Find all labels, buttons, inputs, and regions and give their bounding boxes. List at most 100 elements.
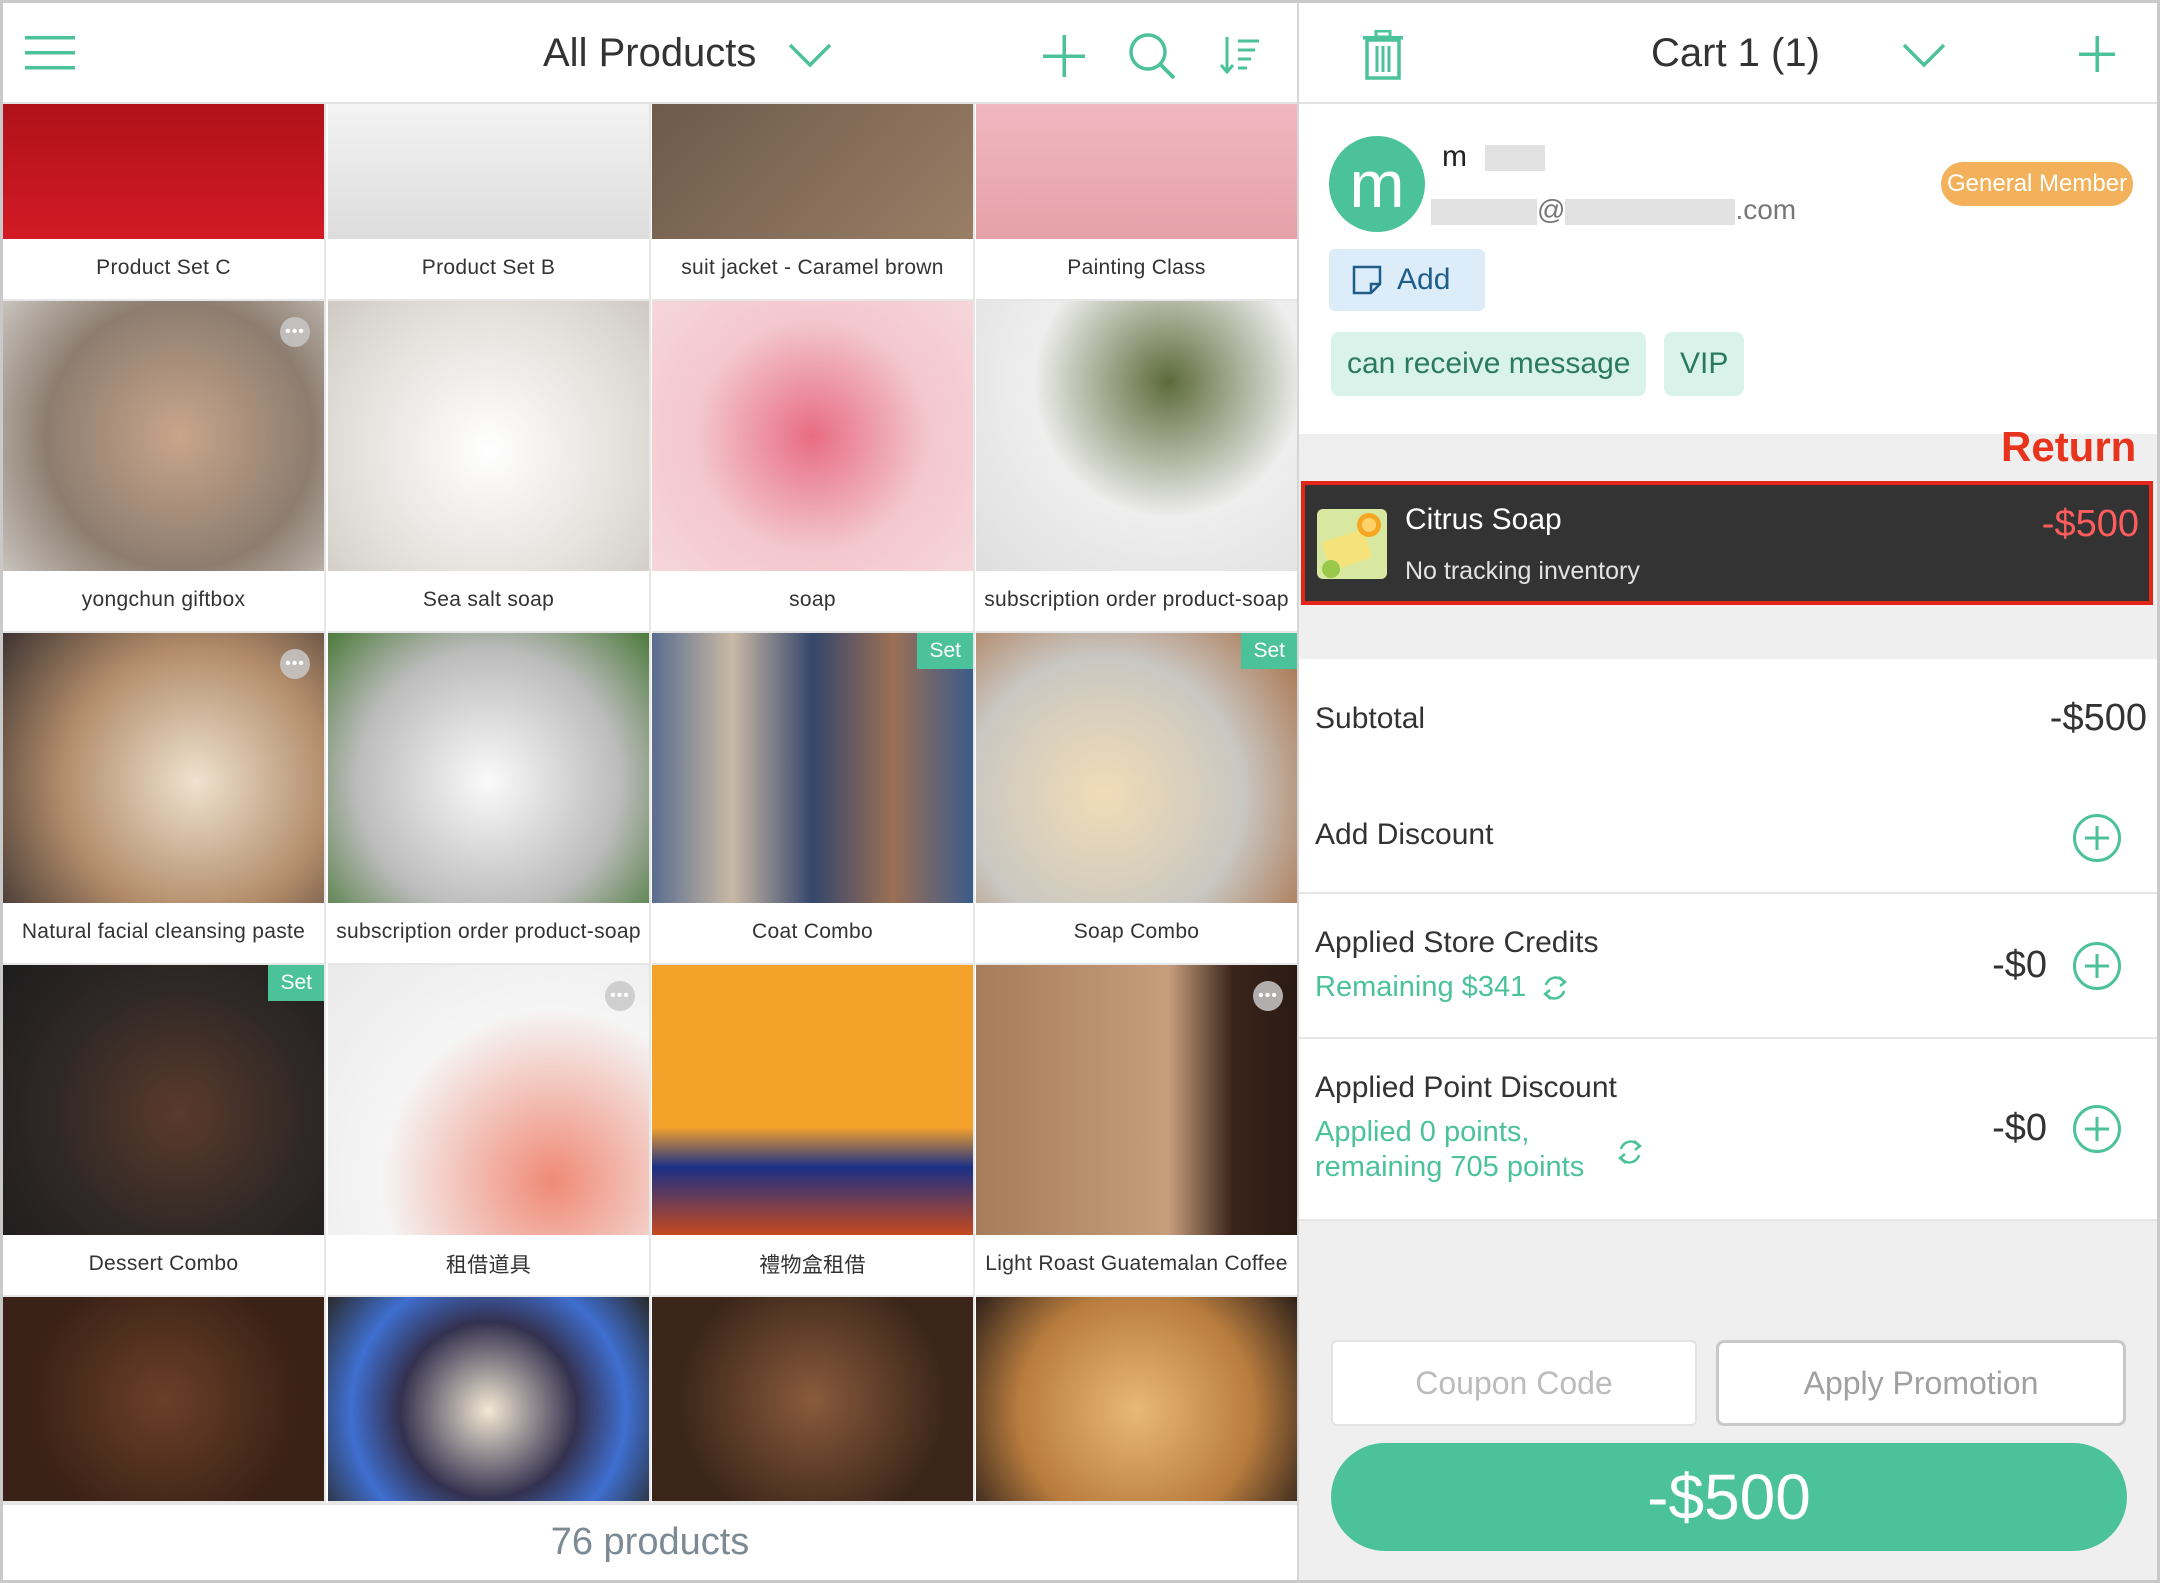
customer-card[interactable]: m m @ .com General Member Add can receive… [1299,104,2157,434]
product-tile[interactable]: 禮物盒租借 [652,965,975,1297]
product-image [328,104,649,239]
product-tile[interactable]: ••• Natural facial cleansing paste [3,633,326,965]
product-name: suit jacket - Caramel brown [681,256,944,279]
avatar: m [1329,136,1425,232]
set-badge: Set [917,633,973,669]
product-tile[interactable] [652,1297,975,1503]
refresh-icon[interactable] [1615,1137,1645,1167]
product-image [328,633,649,903]
add-discount-label: Add Discount [1315,818,1494,851]
cart-summary: Subtotal -$500 Add Discount Applied Stor… [1299,659,2157,1221]
product-name: 租借道具 [445,1254,532,1277]
product-tile[interactable]: ••• yongchun giftbox [3,301,326,633]
subtotal-label: Subtotal [1315,702,1426,735]
product-tile[interactable]: soap [652,301,975,633]
product-tile[interactable] [976,1297,1297,1503]
product-tile[interactable] [328,1297,651,1503]
cart-line-item[interactable]: Citrus Soap No tracking inventory -$500 [1301,481,2153,605]
product-tile[interactable]: suit jacket - Caramel brown [652,104,975,301]
add-note-button[interactable]: Add [1329,249,1485,311]
product-name: subscription order product-soap [336,920,641,943]
chevron-down-icon[interactable] [1899,35,1949,75]
email-suffix: .com [1735,194,1797,225]
category-title[interactable]: All Products [543,31,756,76]
product-image [3,1297,324,1501]
subtotal-row: Subtotal -$500 [1299,659,2157,774]
redacted-name [1485,145,1546,172]
product-image [976,301,1297,571]
point-discount-label: Applied Point Discount [1315,1071,1617,1104]
product-image [3,301,324,571]
sort-icon[interactable] [1217,33,1263,77]
cart-toolbar: Cart 1 (1) [1299,3,2157,104]
refresh-icon[interactable] [1540,973,1570,1003]
product-tile[interactable]: Product Set C [3,104,326,301]
product-count: 76 products [3,1503,1297,1580]
product-name: Sea salt soap [422,588,555,611]
product-tile[interactable]: ••• 租借道具 [328,965,651,1297]
cart-title[interactable]: Cart 1 (1) [1651,31,1820,76]
product-name: Natural facial cleansing paste [21,920,306,943]
product-name: soap [789,588,836,611]
add-product-icon[interactable] [1039,31,1089,81]
apply-promotion-button[interactable]: Apply Promotion [1716,1340,2126,1426]
product-name: Product Set B [421,256,556,279]
item-price: -$500 [2041,503,2139,545]
product-image [3,104,324,239]
store-credits-remaining: Remaining $341 [1315,969,1570,1005]
product-tile[interactable]: subscription order product-soap [328,633,651,965]
product-tile[interactable]: ••• Light Roast Guatemalan Coffee [976,965,1297,1297]
search-icon[interactable] [1125,29,1179,83]
membership-badge: General Member [1941,162,2134,206]
checkout-button[interactable]: -$500 [1331,1443,2127,1551]
product-tile[interactable]: Product Set B [328,104,651,301]
item-name: Citrus Soap [1405,503,1562,536]
product-name: Painting Class [1067,256,1206,279]
product-name: yongchun giftbox [81,588,246,611]
more-options-icon[interactable]: ••• [605,981,635,1011]
more-options-icon[interactable]: ••• [280,649,310,679]
point-discount-applied: Applied 0 points, [1315,1116,1530,1148]
point-discount-row[interactable]: Applied Point Discount Applied 0 points,… [1299,1039,2157,1221]
subtotal-value: -$500 [2049,697,2147,739]
trash-icon[interactable] [1357,27,1409,83]
product-toolbar: All Products [3,3,1297,104]
product-image [976,1297,1297,1501]
product-name: Product Set C [96,256,231,279]
product-tile[interactable]: Set Soap Combo [976,633,1297,965]
product-image [3,633,324,903]
product-tile[interactable]: Painting Class [976,104,1297,301]
tag-can-receive-message: can receive message [1331,332,1647,396]
menu-icon[interactable] [21,29,79,77]
product-tile[interactable]: Set Dessert Combo [3,965,326,1297]
set-badge: Set [1241,633,1297,669]
more-options-icon[interactable]: ••• [1253,981,1283,1011]
product-tile[interactable]: subscription order product-soap [976,301,1297,633]
add-cart-icon[interactable] [2076,33,2118,75]
add-discount-icon[interactable] [2073,814,2121,862]
product-image [328,1297,649,1501]
add-store-credits-icon[interactable] [2073,942,2121,990]
product-image [976,633,1297,903]
add-point-discount-icon[interactable] [2073,1105,2121,1153]
store-credits-value: -$0 [1992,944,2047,986]
product-image [652,1297,973,1501]
product-tile[interactable] [3,1297,326,1503]
store-credits-row[interactable]: Applied Store Credits Remaining $341 -$0 [1299,894,2157,1039]
product-image [652,633,973,903]
point-discount-remaining: remaining 705 points [1315,1151,1585,1183]
product-name: Soap Combo [1073,920,1200,943]
customer-name-prefix: m [1442,140,1467,173]
product-tile[interactable]: Sea salt soap [328,301,651,633]
product-image [328,301,649,571]
product-name: subscription order product-soap [984,588,1289,611]
add-discount-row[interactable]: Add Discount [1299,774,2157,894]
redacted-email-domain [1565,198,1736,225]
more-options-icon[interactable]: ••• [280,317,310,347]
redacted-email-user [1431,198,1537,225]
item-inventory-note: No tracking inventory [1405,557,1640,585]
product-tile[interactable]: Set Coat Combo [652,633,975,965]
product-image [652,104,973,239]
coupon-code-input[interactable]: Coupon Code [1331,1340,1697,1426]
chevron-down-icon[interactable] [785,33,835,77]
